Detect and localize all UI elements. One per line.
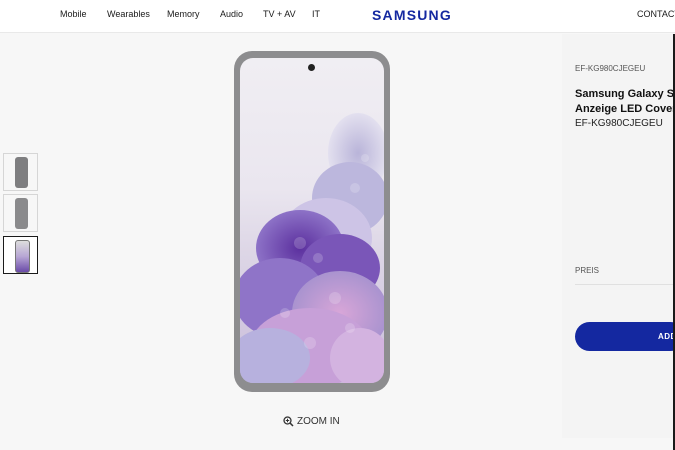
nav-tv-av[interactable]: TV + AV <box>263 9 296 19</box>
magnifier-plus-icon <box>283 416 294 427</box>
zoom-in-label: ZOOM IN <box>297 416 340 427</box>
nav-wearables[interactable]: Wearables <box>107 9 150 19</box>
thumbnail-phone-image <box>15 198 28 229</box>
price-divider <box>575 284 675 285</box>
add-to-cart-button[interactable]: ADD <box>575 322 675 351</box>
product-sku: EF-KG980CJEGEU <box>575 118 663 129</box>
product-sku-small: EF-KG980CJEGEU <box>575 64 646 73</box>
phone-case-image <box>234 51 390 392</box>
thumbnail-2[interactable] <box>3 194 38 232</box>
nav-audio[interactable]: Audio <box>220 9 243 19</box>
top-navigation: Mobile Wearables Memory Audio TV + AV IT… <box>0 0 675 33</box>
thumbnail-phone-image <box>15 157 28 188</box>
product-title-line2: Anzeige LED Cover <box>575 103 675 115</box>
phone-screen <box>240 58 384 383</box>
thumbnail-1[interactable] <box>3 153 38 191</box>
samsung-logo[interactable]: SAMSUNG <box>372 7 452 23</box>
nav-memory[interactable]: Memory <box>167 9 200 19</box>
nav-mobile[interactable]: Mobile <box>60 9 87 19</box>
nav-contact[interactable]: CONTACT <box>637 9 675 19</box>
thumbnail-phone-image <box>15 240 30 273</box>
zoom-in-button[interactable]: ZOOM IN <box>283 416 340 427</box>
product-title-line1: Samsung Galaxy S <box>575 88 675 100</box>
price-label: PREIS <box>575 266 600 275</box>
nav-it[interactable]: IT <box>312 9 320 19</box>
wallpaper-art <box>240 113 384 383</box>
thumbnail-3[interactable] <box>3 236 38 274</box>
